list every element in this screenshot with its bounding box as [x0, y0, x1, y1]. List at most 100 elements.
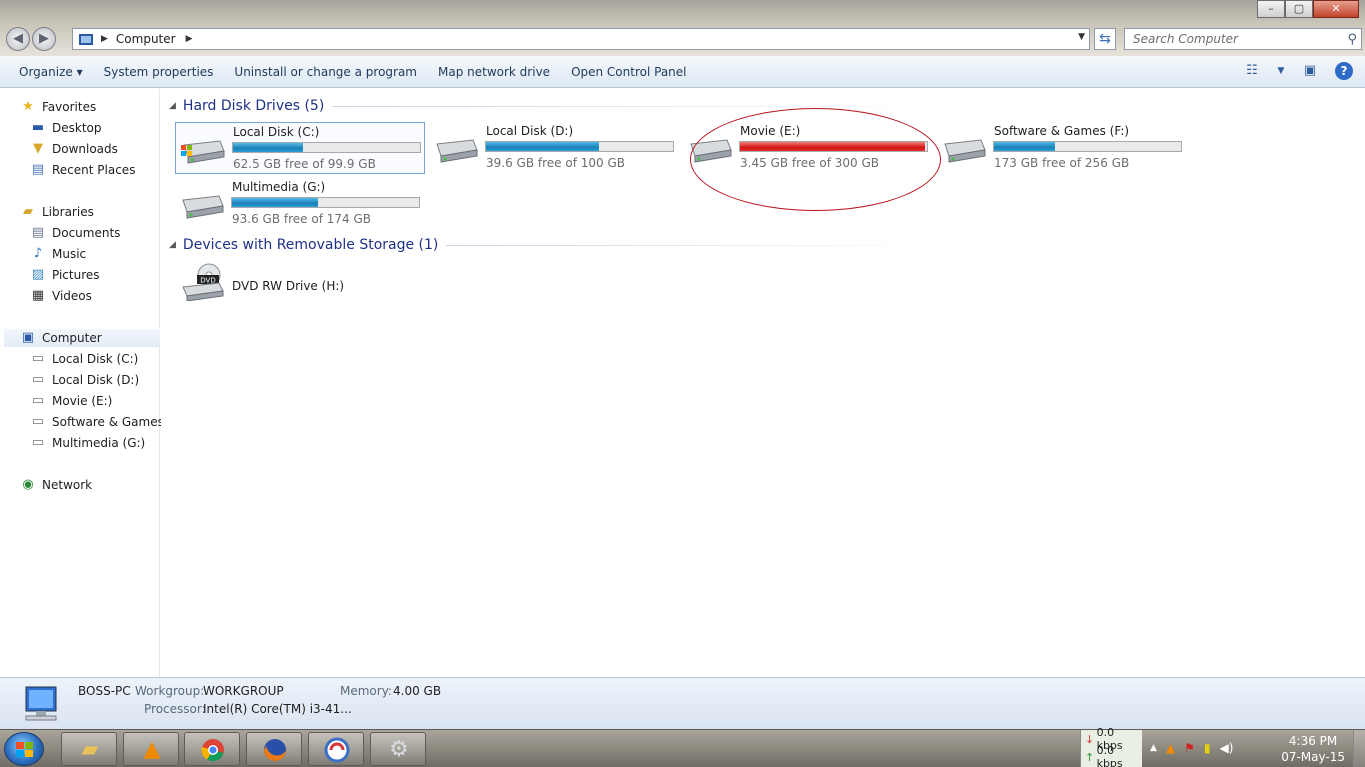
- processor-value: Intel(R) Core(TM) i3-41...: [203, 702, 352, 716]
- breadcrumb-computer[interactable]: Computer: [116, 32, 176, 46]
- vlc-icon: ▲: [143, 737, 161, 762]
- nav-drive-f[interactable]: ▭ Software & Games (: [30, 414, 173, 430]
- search-input[interactable]: Search Computer ⚲: [1124, 28, 1362, 50]
- network-status-icon[interactable]: ▮: [1204, 739, 1211, 757]
- nav-drive-c[interactable]: ▭ Local Disk (C:): [30, 351, 138, 367]
- uninstall-program-button[interactable]: Uninstall or change a program: [225, 57, 426, 87]
- nav-label: Recent Places: [52, 163, 136, 177]
- drive-name: Software & Games (F:): [994, 124, 1130, 138]
- close-button[interactable]: ✕: [1313, 0, 1359, 18]
- show-hidden-icons-icon[interactable]: ▲: [1150, 739, 1157, 757]
- clock-time: 4:36 PM: [1288, 734, 1338, 748]
- drive-tile-c[interactable]: Local Disk (C:) 62.5 GB free of 99.9 GB: [175, 122, 425, 174]
- nav-label: Local Disk (C:): [52, 352, 139, 366]
- map-network-drive-button[interactable]: Map network drive: [429, 57, 559, 87]
- nav-drive-g[interactable]: ▭ Multimedia (G:): [30, 435, 145, 451]
- search-icon[interactable]: ⚲: [1347, 30, 1357, 50]
- nav-documents[interactable]: ▤ Documents: [30, 225, 121, 241]
- address-bar[interactable]: ▶ Computer ▶ ▼: [72, 28, 1090, 50]
- drive-usage-bar: [485, 141, 674, 152]
- desktop-icon: ▬: [31, 120, 45, 135]
- group-divider: [446, 244, 947, 246]
- clock[interactable]: 4:36 PM 07-May-15: [1281, 733, 1345, 765]
- group-header-removable[interactable]: ◢ Devices with Removable Storage (1): [169, 237, 947, 253]
- system-tray: ▲ ▲ ⚑ ▮ ◀): [1150, 739, 1233, 757]
- back-button[interactable]: ◀: [6, 27, 30, 51]
- upload-speed-value: 0.0 kbps: [1096, 744, 1123, 767]
- annotation-circle: [690, 108, 941, 211]
- breadcrumb-arrow-icon[interactable]: ▶: [186, 34, 193, 44]
- show-desktop-button[interactable]: [1353, 730, 1365, 767]
- nav-label: Favorites: [42, 100, 97, 114]
- drive-tile-d[interactable]: Local Disk (D:) 39.6 GB free of 100 GB: [429, 122, 679, 174]
- computer-icon: [25, 686, 57, 721]
- taskbar-explorer[interactable]: ▰: [61, 732, 117, 766]
- nav-desktop[interactable]: ▬ Desktop: [30, 120, 102, 136]
- view-dropdown-icon[interactable]: ▼: [1277, 62, 1285, 80]
- computer-icon: ▣: [21, 330, 35, 345]
- volume-icon[interactable]: ◀): [1220, 739, 1234, 757]
- vlc-tray-icon[interactable]: ▲: [1166, 739, 1175, 757]
- processor-label: Processor:: [144, 702, 206, 716]
- organize-button[interactable]: Organize ▾: [10, 57, 92, 87]
- address-dropdown-icon[interactable]: ▼: [1078, 32, 1085, 42]
- dvd-drive-tile[interactable]: DVD DVD RW Drive (H:): [175, 261, 425, 313]
- group-title: Hard Disk Drives (5): [182, 98, 325, 114]
- collapse-triangle-icon[interactable]: ◢: [169, 240, 176, 250]
- forward-button[interactable]: ▶: [32, 27, 56, 51]
- upload-arrow-icon: ↑: [1085, 750, 1095, 764]
- window-controls: – ▢ ✕: [1257, 0, 1359, 18]
- computer-icon: [79, 33, 93, 45]
- folder-icon: ▰: [81, 737, 99, 762]
- drive-tile-g[interactable]: Multimedia (G:) 93.6 GB free of 174 GB: [175, 178, 425, 230]
- taskbar-control-panel[interactable]: ⚙: [370, 732, 426, 766]
- view-options-icon[interactable]: ☷: [1243, 62, 1261, 80]
- collapse-triangle-icon[interactable]: ◢: [169, 101, 176, 111]
- nav-label: Documents: [52, 226, 121, 240]
- usage-fill: [233, 143, 303, 152]
- minimize-button[interactable]: –: [1257, 0, 1285, 18]
- music-icon: ♪: [33, 246, 43, 261]
- recent-places-icon: ▤: [31, 162, 45, 177]
- help-icon[interactable]: ?: [1335, 62, 1353, 80]
- taskbar-chrome[interactable]: [184, 732, 240, 766]
- group-title: Devices with Removable Storage (1): [182, 237, 439, 253]
- nav-computer[interactable]: ▣ Computer: [4, 329, 160, 347]
- nav-network[interactable]: ◉ Network: [20, 477, 92, 493]
- taskbar-vlc[interactable]: ▲: [123, 732, 179, 766]
- usage-fill: [486, 142, 599, 151]
- navigation-pane: ★ Favorites ▬ Desktop ▼ Downloads ▤ Rece…: [0, 89, 172, 677]
- star-icon: ★: [22, 99, 34, 114]
- drive-name: DVD RW Drive (H:): [232, 279, 345, 293]
- drive-usage-bar: [231, 197, 420, 208]
- refresh-button[interactable]: ⇆: [1094, 28, 1116, 50]
- nav-label: Downloads: [52, 142, 118, 156]
- preview-pane-icon[interactable]: ▣: [1301, 62, 1319, 80]
- drive-name: Multimedia (G:): [232, 180, 326, 194]
- nav-downloads[interactable]: ▼ Downloads: [30, 141, 118, 157]
- nav-videos[interactable]: ▦ Videos: [30, 288, 92, 304]
- nav-pictures[interactable]: ▨ Pictures: [30, 267, 100, 283]
- drive-free-space: 39.6 GB free of 100 GB: [486, 156, 625, 170]
- taskbar-firefox[interactable]: [246, 732, 302, 766]
- nav-favorites[interactable]: ★ Favorites: [20, 99, 96, 115]
- breadcrumb-arrow-icon[interactable]: ▶: [101, 34, 108, 44]
- start-button[interactable]: [4, 732, 44, 766]
- nav-music[interactable]: ♪ Music: [30, 246, 86, 262]
- maximize-button[interactable]: ▢: [1285, 0, 1313, 18]
- system-properties-button[interactable]: System properties: [95, 57, 223, 87]
- hard-drive-icon: [944, 139, 986, 163]
- nav-recent-places[interactable]: ▤ Recent Places: [30, 162, 136, 178]
- hard-drive-icon: [182, 195, 224, 219]
- drive-tile-f[interactable]: Software & Games (F:) 173 GB free of 256…: [937, 122, 1187, 174]
- network-meter: ↓ 0.0 kbps ↑ 0.0 kbps: [1080, 726, 1142, 767]
- app-icon: [324, 737, 350, 763]
- nav-drive-d[interactable]: ▭ Local Disk (D:): [30, 372, 139, 388]
- download-arrow-icon: ↓: [1085, 732, 1095, 746]
- taskbar-app[interactable]: [308, 732, 364, 766]
- nav-label: Software & Games (: [52, 415, 173, 429]
- nav-drive-e[interactable]: ▭ Movie (E:): [30, 393, 112, 409]
- open-control-panel-button[interactable]: Open Control Panel: [562, 57, 695, 87]
- flag-alert-icon[interactable]: ⚑: [1184, 739, 1195, 757]
- nav-libraries[interactable]: ▰ Libraries: [20, 204, 94, 220]
